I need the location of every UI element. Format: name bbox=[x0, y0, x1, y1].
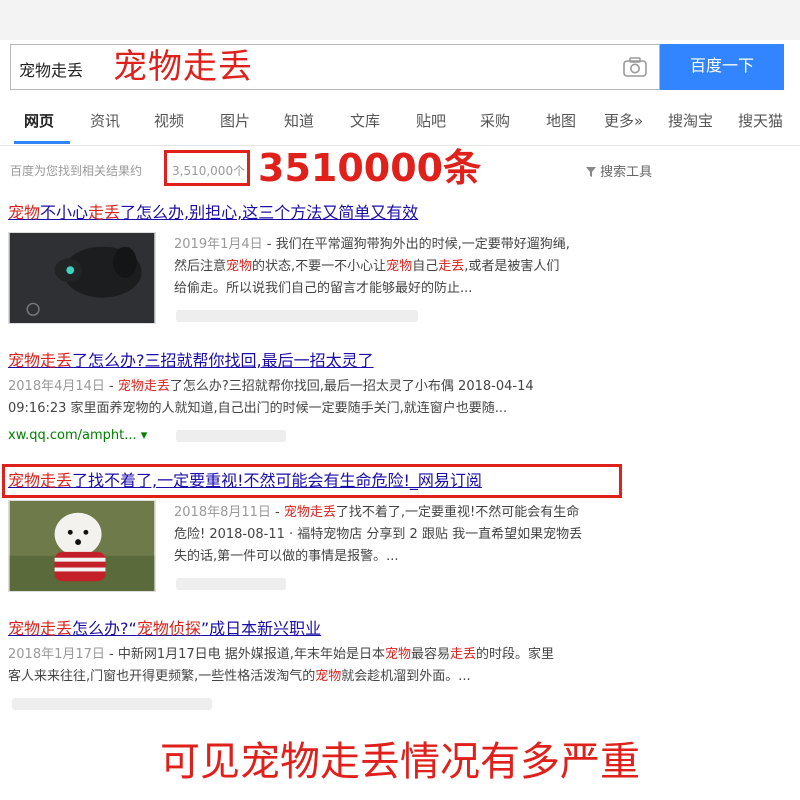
query-annotation: 宠物走丢 bbox=[113, 47, 253, 87]
search-result: 宠物走丢怎么办?“宠物侦探”成日本新兴职业 2018年1月17日 - 中新网1月… bbox=[8, 618, 788, 710]
result-snippet: 2018年4月14日 - 宠物走丢了怎么办?三招就帮你找回,最后一招太灵了小布偶… bbox=[8, 376, 648, 420]
snippet-highlight: 宠物 bbox=[386, 259, 413, 274]
result-snippet: 2019年1月4日 - 我们在平常遛狗带狗外出的时候,一定要带好遛狗绳, 然后注… bbox=[174, 234, 674, 300]
snippet-text: - bbox=[104, 379, 118, 394]
result-title[interactable]: 宠物走丢怎么办?“宠物侦探”成日本新兴职业 bbox=[8, 619, 321, 638]
title-text: 了怎么办?三招就帮你找回,最后一招太灵了 bbox=[72, 351, 374, 370]
snippet-highlight: 宠物走丢 bbox=[283, 505, 336, 520]
result-snippet: 2018年8月11日 - 宠物走丢了找不着了,一定要重视!不然可能会有生命 危险… bbox=[174, 502, 674, 568]
snippet-text: 就会趁机溜到外面。... bbox=[341, 669, 471, 684]
snippet-text: ,或者是被害人们 bbox=[464, 259, 560, 274]
tab-wenku[interactable]: 文库 bbox=[350, 110, 380, 131]
snippet-text: 给偷走。所以说我们自己的留言才能够最好的防止... bbox=[174, 281, 473, 296]
tab-images[interactable]: 图片 bbox=[220, 110, 250, 131]
snippet-text: - 我们在平常遛狗带狗外出的时候,一定要带好遛狗绳, bbox=[262, 237, 570, 252]
result-date: 2018年1月17日 bbox=[8, 647, 105, 662]
tab-tmall[interactable]: 搜天猫 bbox=[738, 110, 783, 131]
snippet-text: 然后注意 bbox=[174, 259, 227, 274]
result-date: 2018年8月11日 bbox=[174, 505, 271, 520]
search-tools-label: 搜索工具 bbox=[600, 165, 653, 180]
snippet-text: 自己 bbox=[412, 259, 439, 274]
snippet-highlight: 走丢 bbox=[449, 647, 476, 662]
tab-zhidao[interactable]: 知道 bbox=[284, 110, 314, 131]
dog-thumbnail[interactable] bbox=[8, 232, 156, 324]
tab-more[interactable]: 更多» bbox=[604, 110, 643, 131]
tab-taobao[interactable]: 搜淘宝 bbox=[668, 110, 713, 131]
nav-tabs: 网页 资讯 视频 图片 知道 文库 贴吧 采购 地图 更多» 搜淘宝 搜天猫 bbox=[0, 100, 800, 146]
snippet-text: 了找不着了,一定要重视!不然可能会有生命 bbox=[335, 505, 580, 520]
snippet-text: - 中新网1月17日电 据外媒报道,年末年始是日本 bbox=[104, 647, 385, 662]
snippet-text: 09:16:23 家里面养宠物的人就知道,自己出门的时候一定要随手关门,就连窗户… bbox=[8, 401, 508, 416]
snippet-highlight: 宠物 bbox=[226, 259, 253, 274]
tab-tieba[interactable]: 贴吧 bbox=[416, 110, 446, 131]
tab-map[interactable]: 地图 bbox=[546, 110, 576, 131]
title-text: 了找不着了,一定要重视!不然可能会有生命危险!_网易订阅 bbox=[72, 471, 482, 490]
result-title[interactable]: 宠物不小心走丢了怎么办,别担心,这三个方法又简单又有效 bbox=[8, 203, 418, 222]
title-highlight: 走丢 bbox=[88, 203, 121, 222]
result-title[interactable]: 宠物走丢了怎么办?三招就帮你找回,最后一招太灵了 bbox=[8, 351, 374, 370]
count-highlight-box bbox=[164, 150, 250, 186]
snippet-text: 的时段。家里 bbox=[476, 647, 555, 662]
search-query: 宠物走丢 bbox=[19, 61, 84, 80]
snippet-text: - bbox=[270, 505, 284, 520]
search-bar: 宠物走丢 宠物走丢 百度一下 bbox=[10, 44, 784, 90]
snippet-text: 最容易 bbox=[410, 647, 450, 662]
tab-news[interactable]: 资讯 bbox=[90, 110, 120, 131]
stats-prefix: 百度为您找到相关结果约 bbox=[10, 164, 143, 178]
snippet-text: 了怎么办?三招就帮你找回,最后一招太灵了小布偶 2018-04-14 bbox=[169, 379, 534, 394]
result-url[interactable]: xw.qq.com/ampht... ▾ bbox=[8, 428, 147, 443]
dog-thumbnail[interactable] bbox=[8, 500, 156, 592]
title-text: 不小心 bbox=[40, 203, 89, 222]
title-highlight: 宠物走丢 bbox=[8, 351, 73, 370]
bottom-caption: 可见宠物走丢情况有多严重 bbox=[160, 739, 640, 785]
tab-video[interactable]: 视频 bbox=[154, 110, 184, 131]
funnel-icon bbox=[586, 167, 596, 177]
snippet-text: 失的话,第一件可以做的事情是报警。... bbox=[174, 549, 399, 564]
result-date: 2019年1月4日 bbox=[174, 237, 263, 252]
tab-caigou[interactable]: 采购 bbox=[480, 110, 510, 131]
search-result: 宠物走丢了怎么办?三招就帮你找回,最后一招太灵了 2018年4月14日 - 宠物… bbox=[8, 350, 788, 443]
source-blurred bbox=[176, 578, 286, 590]
snippet-highlight: 宠物 bbox=[384, 647, 411, 662]
source-blurred bbox=[338, 310, 418, 322]
snippet-text: 客人来来往往,门窗也开得更频繁,一些性格活泼淘气的 bbox=[8, 669, 316, 684]
active-tab-indicator bbox=[14, 141, 70, 144]
search-result: 宠物走丢了找不着了,一定要重视!不然可能会有生命危险!_网易订阅 2018年8月… bbox=[8, 470, 788, 592]
title-highlight: 宠物侦探 bbox=[136, 619, 201, 638]
title-highlight: 宠物 bbox=[8, 203, 41, 222]
search-button[interactable]: 百度一下 bbox=[660, 44, 784, 90]
count-annotation: 3510000条 bbox=[258, 146, 482, 190]
snippet-text: 的状态,不要一不小心让 bbox=[252, 259, 387, 274]
result-title[interactable]: 宠物走丢了找不着了,一定要重视!不然可能会有生命危险!_网易订阅 bbox=[8, 471, 482, 490]
snippet-highlight: 走丢 bbox=[438, 259, 465, 274]
tab-web[interactable]: 网页 bbox=[24, 110, 54, 131]
snippet-highlight: 宠物 bbox=[315, 669, 342, 684]
title-text: 了怎么办,别担心,这三个方法又简单又有效 bbox=[120, 203, 419, 222]
title-highlight: 宠物走丢 bbox=[8, 471, 73, 490]
source-blurred bbox=[12, 698, 212, 710]
result-stats: 百度为您找到相关结果约 bbox=[10, 162, 142, 179]
source-blurred bbox=[176, 430, 286, 442]
result-date: 2018年4月14日 bbox=[8, 379, 105, 394]
title-highlight: 宠物走丢 bbox=[8, 619, 73, 638]
top-bar bbox=[0, 0, 800, 40]
title-text: 怎么办?“ bbox=[72, 619, 137, 638]
search-result: 宠物不小心走丢了怎么办,别担心,这三个方法又简单又有效 2019年1月4日 - … bbox=[8, 202, 788, 324]
snippet-highlight: 宠物走丢 bbox=[117, 379, 170, 394]
title-text: ”成日本新兴职业 bbox=[200, 619, 322, 638]
camera-icon[interactable] bbox=[623, 57, 647, 77]
snippet-text: 危险! 2018-08-11 · 福特宠物店 分享到 2 跟贴 我一直希望如果宠… bbox=[174, 527, 583, 542]
result-snippet: 2018年1月17日 - 中新网1月17日电 据外媒报道,年末年始是日本宠物最容… bbox=[8, 644, 658, 688]
search-input[interactable]: 宠物走丢 宠物走丢 bbox=[10, 44, 660, 90]
search-tools[interactable]: 搜索工具 bbox=[586, 161, 652, 180]
